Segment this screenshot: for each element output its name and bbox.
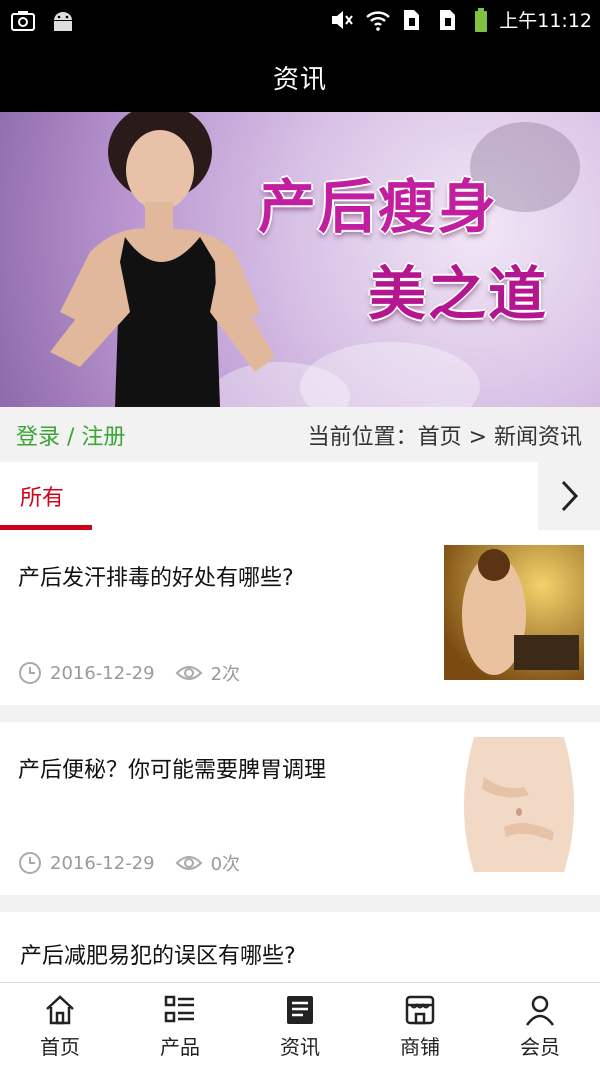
location-bar: 登录 / 注册 当前位置：首页 > 新闻资讯	[0, 407, 600, 462]
eye-icon	[175, 856, 203, 870]
nav-products-label: 产品	[160, 1035, 200, 1059]
clock-icon	[19, 852, 41, 874]
shop-icon	[405, 995, 435, 1025]
tabs-next-button[interactable]	[538, 462, 600, 530]
news-item[interactable]: 产后发汗排毒的好处有哪些? 2016-12-29 2次	[0, 530, 600, 705]
news-item[interactable]: 产后便秘？你可能需要脾胃调理 2016-12-29 0次	[0, 722, 600, 895]
news-thumbnail[interactable]	[444, 545, 584, 680]
chevron-right-icon	[561, 480, 579, 512]
nav-home[interactable]: 首页	[0, 983, 120, 1068]
news-views: 0次	[210, 854, 241, 875]
news-meta: 2016-12-29 2次	[18, 660, 240, 686]
sim1-icon	[401, 7, 427, 33]
banner-headline-2: 美之道	[368, 260, 549, 328]
category-tabs: 所有	[0, 462, 600, 530]
news-thumbnail[interactable]	[444, 737, 584, 872]
eye-icon	[175, 666, 203, 680]
banner[interactable]: 产后瘦身 美之道	[0, 112, 600, 407]
nav-news[interactable]: 资讯	[240, 983, 360, 1068]
clock: 上午11:12	[499, 10, 592, 32]
news-date: 2016-12-29	[50, 662, 155, 684]
nav-member[interactable]: 会员	[480, 983, 600, 1068]
news-icon	[287, 996, 313, 1024]
tab-all[interactable]: 所有	[20, 480, 64, 512]
news-title[interactable]: 产后减肥易犯的误区有哪些?	[20, 938, 296, 970]
news-item[interactable]: 产后减肥易犯的误区有哪些?	[0, 912, 600, 982]
page-title: 资讯	[272, 64, 327, 95]
battery-icon	[473, 7, 489, 33]
news-title[interactable]: 产后便秘？你可能需要脾胃调理	[18, 752, 326, 784]
news-views: 2次	[210, 664, 241, 685]
nav-shop-label: 商铺	[400, 1035, 440, 1059]
news-date: 2016-12-29	[50, 852, 155, 874]
bottom-nav: 首页 产品 资讯 商铺 会员	[0, 982, 600, 1068]
nav-home-label: 首页	[40, 1035, 80, 1059]
android-icon	[50, 8, 76, 34]
breadcrumb[interactable]: 当前位置：首页 > 新闻资讯	[308, 419, 582, 451]
nav-shop[interactable]: 商铺	[360, 983, 480, 1068]
nav-member-label: 会员	[520, 1035, 560, 1059]
nav-products[interactable]: 产品	[120, 983, 240, 1068]
status-bar: 上午11:12	[0, 0, 600, 42]
home-icon	[46, 995, 74, 1025]
sim2-icon	[437, 7, 463, 33]
wifi-icon	[365, 7, 391, 33]
news-meta: 2016-12-29 0次	[18, 850, 240, 876]
login-register-link[interactable]: 登录 / 注册	[16, 419, 125, 451]
user-icon	[525, 995, 555, 1026]
banner-headline-1: 产后瘦身	[258, 173, 499, 241]
news-title[interactable]: 产后发汗排毒的好处有哪些?	[18, 560, 294, 592]
app-header: 资讯	[0, 42, 600, 112]
screenshot-icon	[10, 8, 36, 34]
clock-icon	[19, 662, 41, 684]
nav-news-label: 资讯	[280, 1035, 320, 1059]
mute-icon	[329, 7, 355, 33]
banner-model-image	[50, 112, 275, 407]
list-icon	[164, 995, 194, 1023]
